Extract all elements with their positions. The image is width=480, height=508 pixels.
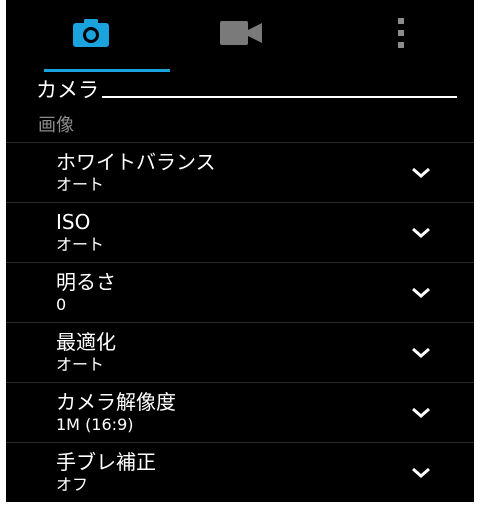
setting-resolution[interactable]: カメラ解像度 1M (16:9) <box>6 382 474 442</box>
setting-label: 明るさ <box>56 270 116 294</box>
settings-list: ホワイトバランス オート ISO オート 明るさ 0 最適化 オート カメラ解像… <box>6 142 474 502</box>
setting-label: ホワイトバランス <box>56 150 216 174</box>
chevron-down-icon <box>410 225 432 241</box>
category-header: 画像 <box>38 115 74 136</box>
settings-tab-bar <box>6 0 474 72</box>
bottom-margin <box>0 502 480 508</box>
chevron-down-icon <box>410 345 432 361</box>
setting-iso[interactable]: ISO オート <box>6 202 474 262</box>
camera-icon <box>73 19 109 51</box>
setting-value: オート <box>56 355 105 374</box>
camera-settings-panel: カメラ 画像 ホワイトバランス オート ISO オート 明るさ 0 最適化 オー… <box>6 0 474 508</box>
section-divider <box>102 96 457 98</box>
setting-value: オート <box>56 175 105 194</box>
setting-value: オート <box>56 235 105 254</box>
setting-value: 1M (16:9) <box>56 415 134 434</box>
setting-white-balance[interactable]: ホワイトバランス オート <box>6 142 474 202</box>
setting-image-stabilization[interactable]: 手ブレ補正 オフ <box>6 442 474 502</box>
chevron-down-icon <box>410 165 432 181</box>
setting-label: ISO <box>56 210 91 234</box>
setting-label: カメラ解像度 <box>56 390 176 414</box>
section-title: カメラ <box>36 78 99 102</box>
video-icon <box>220 21 262 49</box>
chevron-down-icon <box>410 405 432 421</box>
chevron-down-icon <box>410 285 432 301</box>
setting-label: 手ブレ補正 <box>56 450 156 474</box>
more-vert-icon <box>397 18 405 52</box>
setting-label: 最適化 <box>56 330 116 354</box>
setting-optimization[interactable]: 最適化 オート <box>6 322 474 382</box>
chevron-down-icon <box>410 465 432 481</box>
tab-video-settings[interactable] <box>166 0 316 70</box>
setting-brightness[interactable]: 明るさ 0 <box>6 262 474 322</box>
tab-photo-settings[interactable] <box>16 0 166 70</box>
more-options-button[interactable] <box>336 0 466 70</box>
setting-value: オフ <box>56 475 89 494</box>
setting-value: 0 <box>56 295 67 314</box>
active-tab-indicator <box>44 69 170 72</box>
